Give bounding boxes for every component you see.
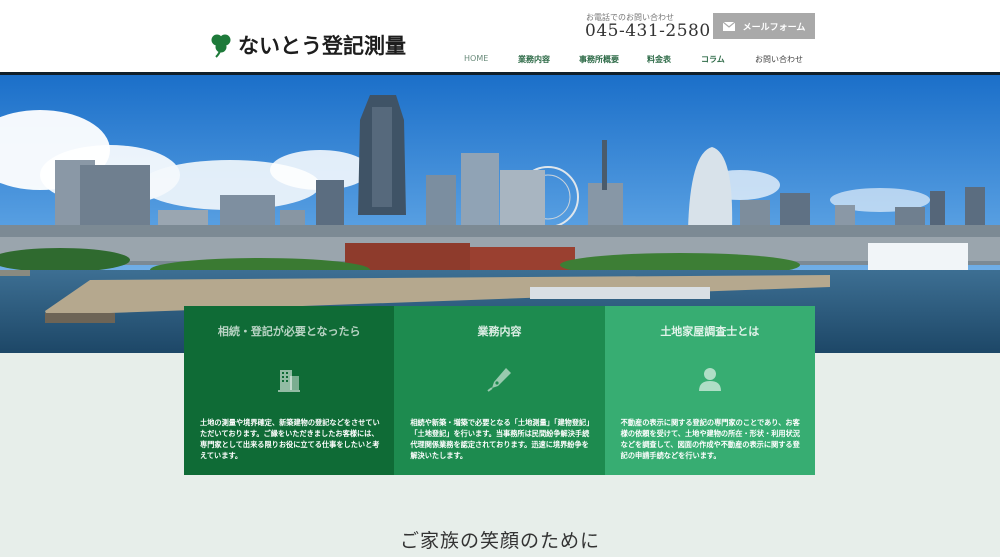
- nav-home[interactable]: HOME: [464, 54, 488, 63]
- main-nav: HOME 業務内容 事務所概要 料金表 コラム お問い合わせ: [0, 54, 1000, 68]
- person-icon: [698, 368, 721, 391]
- pen-icon: [487, 368, 512, 392]
- card-title: 業務内容: [477, 325, 522, 338]
- card-description: 相続や新築・増築で必要となる「土地測量」「建物登記」「土地登記」を行います。当事…: [410, 418, 590, 460]
- mail-form-button[interactable]: メールフォーム: [713, 13, 815, 39]
- card-description: 土地の測量や境界確定、新築建物の登記などをさせていただいております。ご縁をいただ…: [200, 418, 380, 460]
- phone-number[interactable]: 045-431-2580: [585, 21, 711, 41]
- section-tagline: ご家族の笑顔のために: [399, 530, 600, 552]
- card-title: 相続・登記が必要となったら: [217, 325, 361, 338]
- card-description: 不動産の表示に関する登記の専門家のことであり、お客様の依頼を受けて、土地や建物の…: [620, 418, 800, 460]
- site-header: ないとう登記測量 お電話でのお問い合わせ 045-431-2580 メールフォー…: [0, 0, 1000, 74]
- card-services[interactable]: 業務内容 相続や新築・増築で必要となる「土地測量」「建物登記」「土地登記」を行い…: [394, 306, 605, 475]
- nav-column[interactable]: コラム: [701, 54, 725, 65]
- nav-contact[interactable]: お問い合わせ: [755, 54, 803, 65]
- mail-form-label: メールフォーム: [742, 22, 806, 33]
- nav-office[interactable]: 事務所概要: [579, 54, 619, 65]
- card-surveyor[interactable]: 土地家屋調査士とは 不動産の表示に関する登記の専門家のことであり、お客様の依頼を…: [604, 306, 815, 475]
- card-inheritance[interactable]: 相続・登記が必要となったら 土地の測量や境界確定、新築建物の登記などをさせていた…: [184, 306, 395, 475]
- envelope-icon: [722, 21, 735, 31]
- feature-cards: 相続・登記が必要となったら 土地の測量や境界確定、新築建物の登記などをさせていた…: [184, 306, 815, 475]
- nav-pricing[interactable]: 料金表: [647, 54, 671, 65]
- building-icon: [278, 370, 301, 392]
- card-title: 土地家屋調査士とは: [660, 325, 760, 338]
- nav-services[interactable]: 業務内容: [518, 54, 550, 65]
